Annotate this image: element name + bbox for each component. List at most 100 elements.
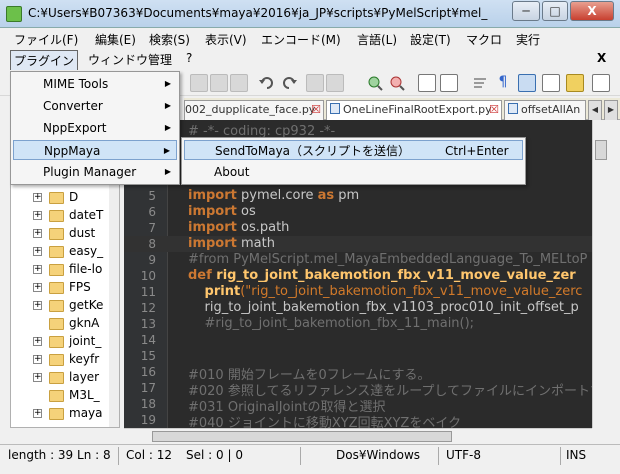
menu-bar: ファイル(F) 編集(E) 検索(S) 表示(V) エンコード(M) 言語(L)… [0, 29, 620, 49]
expand-icon[interactable]: + [33, 247, 42, 256]
tab-close-icon[interactable]: ☒ [311, 101, 321, 119]
code-text: print("rig_to_joint_bakemotion_fbx_v11_m… [188, 284, 583, 299]
code-line[interactable]: 19 #040 ジョイントに移動XYZ回転XYZをベイク [124, 412, 592, 428]
copy-icon[interactable] [210, 74, 228, 92]
expand-icon[interactable]: + [33, 337, 42, 346]
expand-icon[interactable]: + [33, 211, 42, 220]
tab-scroll-left-button[interactable]: ◀ [588, 100, 602, 120]
show-all-chars-icon[interactable]: ¶ [494, 74, 512, 92]
menu-plugins[interactable]: プラグイン [10, 50, 79, 71]
sync-vertical-icon[interactable] [418, 74, 436, 92]
code-token: math [236, 236, 275, 251]
tree-item[interactable]: + maya [11, 405, 109, 423]
tree-item[interactable]: + keyfr [11, 351, 109, 369]
tree-item[interactable]: + layer [11, 369, 109, 387]
code-line[interactable]: 15 [124, 348, 592, 364]
folder-workspace-icon[interactable] [566, 74, 584, 92]
menu-item-nppmaya[interactable]: NppMaya ▶ [13, 140, 177, 160]
expand-icon[interactable]: + [33, 301, 42, 310]
code-line[interactable]: 13 #rig_to_joint_bakemotion_fbx_11_main(… [124, 316, 592, 332]
cut-icon[interactable] [190, 74, 208, 92]
menu-language[interactable]: 言語(L) [357, 31, 397, 48]
tree-item[interactable]: + FPS [11, 279, 109, 297]
editor-horizontal-scrollbar[interactable] [124, 428, 592, 444]
expand-icon[interactable]: + [33, 283, 42, 292]
expand-icon[interactable]: + [33, 229, 42, 238]
tree-item[interactable]: M3L_ [11, 387, 109, 405]
zoom-in-icon[interactable] [366, 74, 384, 92]
tab-bar: 002_dupplicate_face.py ☒ OneLineFinalRoo… [184, 98, 620, 120]
code-text: def rig_to_joint_bakemotion_fbx_v11_move… [188, 268, 576, 283]
menu-search[interactable]: 検索(S) [149, 31, 190, 48]
submenu-arrow-icon: ▶ [164, 79, 171, 88]
menu-item-send-to-maya[interactable]: SendToMaya（スクリプトを送信） Ctrl+Enter [184, 140, 523, 160]
paste-icon[interactable] [230, 74, 248, 92]
line-number: 8 [148, 237, 156, 251]
expand-icon[interactable]: + [33, 355, 42, 364]
menu-macro[interactable]: マクロ [466, 31, 502, 48]
minimize-button[interactable]: ─ [512, 1, 540, 21]
indent-guide-icon[interactable] [518, 74, 536, 92]
expand-icon[interactable]: + [33, 373, 42, 382]
code-line[interactable]: 16 #010 開始フレームを0フレームにする。 [124, 364, 592, 383]
tree-item[interactable]: + dateT [11, 207, 109, 225]
code-line[interactable]: 17#020 参照してるリファレンス達をループしてファイルにインポートする。1 [124, 380, 592, 399]
tab-scroll-right-button[interactable]: ▶ [604, 100, 618, 120]
close-button[interactable]: X [570, 1, 614, 21]
menu-item-about[interactable]: About [184, 162, 523, 182]
doc-map-icon[interactable] [542, 74, 560, 92]
code-line[interactable]: 18 #031 OriginalJointの取得と選択 [124, 396, 592, 415]
zoom-out-icon[interactable] [388, 74, 406, 92]
code-line[interactable]: 7 import os.path [124, 220, 592, 236]
tree-item[interactable]: + dust [11, 225, 109, 243]
menu-view[interactable]: 表示(V) [205, 31, 247, 48]
menu-edit[interactable]: 編集(E) [95, 31, 136, 48]
tree-item[interactable]: + D [11, 189, 109, 207]
editor-vertical-scrollbar[interactable] [592, 120, 610, 428]
sync-horizontal-icon[interactable] [440, 74, 458, 92]
tree-item[interactable]: + getKe [11, 297, 109, 315]
scroll-thumb[interactable] [152, 431, 452, 442]
replace-icon[interactable] [326, 74, 344, 92]
menu-file[interactable]: ファイル(F) [14, 31, 78, 48]
maximize-button[interactable]: □ [542, 1, 568, 21]
tree-item[interactable]: + easy_ [11, 243, 109, 261]
tab-offset-all[interactable]: offsetAllAn [504, 100, 586, 120]
code-line[interactable]: 5 import pymel.core as pm [124, 188, 592, 204]
tab-close-icon[interactable]: ☒ [489, 101, 499, 119]
tab-one-line-final-root-export[interactable]: OneLineFinalRootExport.py ☒ [326, 100, 502, 120]
expand-icon[interactable]: + [33, 265, 42, 274]
tree-item[interactable]: gknA [11, 315, 109, 333]
code-line[interactable]: 8 import math [124, 236, 592, 252]
menu-item-plugin-manager[interactable]: Plugin Manager ▶ [13, 162, 177, 182]
menu-window[interactable]: ウィンドウ管理 [88, 51, 172, 68]
redo-icon[interactable] [280, 74, 298, 92]
menu-settings[interactable]: 設定(T) [410, 31, 451, 48]
menu-item-mime-tools[interactable]: MIME Tools ▶ [13, 74, 177, 94]
find-icon[interactable] [306, 74, 324, 92]
expand-icon[interactable]: + [33, 193, 42, 202]
menu-encoding[interactable]: エンコード(M) [261, 31, 341, 48]
scroll-thumb[interactable] [595, 140, 607, 160]
code-line[interactable]: 9 #from PyMelScript.mel_MayaEmbeddedLangu… [124, 252, 592, 268]
tab-duplicate-face[interactable]: 002_dupplicate_face.py ☒ [184, 100, 324, 120]
code-line[interactable]: 11 print("rig_to_joint_bakemotion_fbx_v1… [124, 284, 592, 300]
close-document-button[interactable]: X [597, 51, 606, 65]
code-line[interactable]: 10 def rig_to_joint_bakemotion_fbx_v11_mo… [124, 268, 592, 284]
code-line[interactable]: 12 rig_to_joint_bakemotion_fbx_v1103_pro… [124, 300, 592, 316]
menu-item-nppexport[interactable]: NppExport ▶ [13, 118, 177, 138]
code-text: import pymel.core as pm [188, 188, 359, 203]
word-wrap-icon[interactable] [472, 74, 490, 92]
menu-help[interactable]: ? [186, 51, 192, 65]
menu-item-converter[interactable]: Converter ▶ [13, 96, 177, 116]
code-line[interactable]: 6 import os [124, 204, 592, 220]
tree-item[interactable]: + joint_ [11, 333, 109, 351]
tree-item[interactable]: + file-lo [11, 261, 109, 279]
line-number: 5 [148, 189, 156, 203]
expand-icon[interactable]: + [33, 409, 42, 418]
menu-run[interactable]: 実行 [516, 31, 540, 48]
code-line[interactable]: 14 [124, 332, 592, 348]
code-token: #rig_to_joint_bakemotion_fbx_11_main(); [188, 316, 475, 331]
undo-icon[interactable] [258, 74, 276, 92]
function-list-icon[interactable] [592, 74, 610, 92]
